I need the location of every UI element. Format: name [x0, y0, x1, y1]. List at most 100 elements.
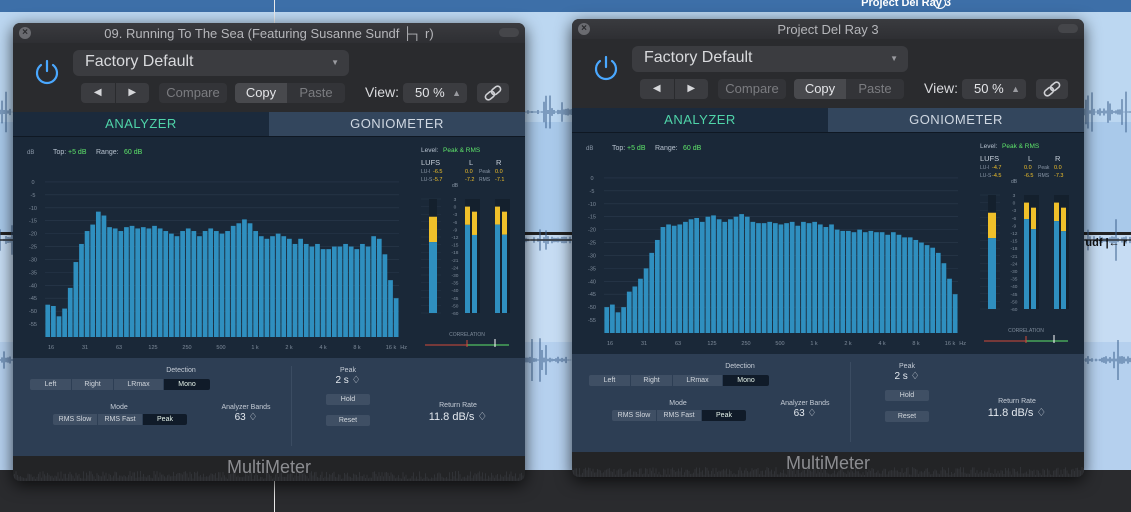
compare-button[interactable]: Compare — [718, 79, 786, 99]
paste-button[interactable]: Paste — [846, 79, 904, 99]
detection-label: Detection — [166, 367, 196, 374]
left-channel-label: L — [469, 158, 473, 167]
analyzer-band-bar — [90, 224, 96, 337]
copy-button[interactable]: Copy — [794, 79, 846, 99]
hold-button[interactable]: Hold — [885, 390, 929, 401]
meter-scale-label: -18 — [452, 250, 459, 256]
peak-hold-time-value[interactable]: 2 s ♢ — [885, 371, 929, 382]
mode-option-peak[interactable]: Peak — [702, 410, 746, 421]
meter-scale-label: -50 — [1011, 299, 1018, 305]
mode-option-rms-fast[interactable]: RMS Fast — [657, 410, 702, 421]
y-tick-label: -25 — [29, 245, 37, 251]
power-icon[interactable] — [32, 57, 62, 87]
tab-analyzer[interactable]: ANALYZER — [572, 108, 828, 132]
detection-option-right[interactable]: Right — [631, 375, 673, 386]
meter-scale-label: -12 — [1011, 231, 1018, 237]
mode-option-peak[interactable]: Peak — [143, 414, 187, 425]
analyzer-band-bar — [896, 234, 902, 333]
right-meter-2-peak-fill — [1061, 207, 1066, 232]
analyzer-band-bar — [789, 221, 795, 333]
x-tick-label: 2 k — [285, 345, 293, 351]
x-tick-label: 4 k — [878, 341, 886, 347]
meter-scale-label: -60 — [1011, 307, 1018, 313]
compare-button[interactable]: Compare — [159, 83, 227, 103]
detection-option-mono[interactable]: Mono — [164, 379, 210, 390]
meter-scale-label: -15 — [452, 243, 459, 249]
tab-goniometer[interactable]: GONIOMETER — [828, 108, 1084, 132]
x-tick-label: 250 — [741, 341, 750, 347]
analyzer-band-bar — [744, 216, 750, 333]
detection-option-lrmax[interactable]: LRmax — [673, 375, 723, 386]
detection-option-left[interactable]: Left — [30, 379, 72, 390]
tab-goniometer[interactable]: GONIOMETER — [269, 112, 525, 136]
peak-label: Peak — [340, 367, 356, 374]
analyzer-bands-value[interactable]: 63 ♢ — [211, 412, 281, 423]
lufs-meter-peak-fill — [429, 216, 437, 243]
reset-button[interactable]: Reset — [326, 415, 370, 426]
detection-option-mono[interactable]: Mono — [723, 375, 769, 386]
detection-option-left[interactable]: Left — [589, 375, 631, 386]
previous-preset-button[interactable]: ◀ — [640, 79, 674, 99]
analyzer-band-bar — [919, 242, 924, 333]
power-icon[interactable] — [591, 53, 621, 83]
next-preset-button[interactable]: ▶ — [114, 83, 150, 103]
previous-preset-button[interactable]: ◀ — [81, 83, 115, 103]
analyzer-band-bar — [326, 249, 332, 337]
mode-option-rms-slow[interactable]: RMS Slow — [612, 410, 657, 421]
copy-button[interactable]: Copy — [235, 83, 287, 103]
analyzer-band-bar — [45, 304, 51, 337]
analyzer-band-bar — [778, 224, 784, 333]
analyzer-band-bar — [705, 216, 711, 333]
link-button[interactable] — [1036, 79, 1068, 99]
mode-option-rms-fast[interactable]: RMS Fast — [98, 414, 143, 425]
tab-analyzer[interactable]: ANALYZER — [13, 112, 269, 136]
analyzer-band-bar — [191, 231, 197, 337]
meter-scale-label: -3 — [1012, 208, 1017, 214]
right-meter-rms-fill — [495, 224, 500, 313]
analyzer-band-bar — [382, 254, 388, 337]
peak-hold-time-value[interactable]: 2 s ♢ — [326, 375, 370, 386]
right-meter-2-peak-fill — [502, 211, 507, 235]
meter-scale-label: -24 — [452, 265, 459, 271]
meter-scale-label: -24 — [1011, 261, 1018, 267]
top-value: +5 dB — [627, 145, 646, 152]
correlation-label: CORRELATION — [449, 332, 485, 338]
analyzer-band-bar — [930, 247, 936, 333]
window-pill-button[interactable] — [499, 28, 519, 37]
reset-button[interactable]: Reset — [885, 411, 929, 422]
preset-menu[interactable]: Factory Default ▼ — [73, 50, 349, 76]
view-zoom-stepper[interactable]: 50 % ▲ — [962, 79, 1026, 99]
x-tick-label: 1 k — [810, 341, 818, 347]
window-pill-button[interactable] — [1058, 24, 1078, 33]
return-rate-value[interactable]: 11.8 dB/s ♢ — [976, 406, 1058, 419]
window-titlebar[interactable]: × Project Del Ray 3 — [572, 19, 1084, 39]
analyzer-band-bar — [242, 219, 247, 337]
detection-option-lrmax[interactable]: LRmax — [114, 379, 164, 390]
level-label: Level: — [980, 143, 998, 150]
meter-scale-label: -50 — [452, 303, 459, 309]
level-mode-value: Peak & RMS — [1002, 143, 1040, 150]
analyzer-band-bar — [185, 228, 191, 337]
x-tick-label: 125 — [148, 345, 157, 351]
analyzer-band-bar — [666, 224, 671, 333]
x-tick-label: 500 — [775, 341, 784, 347]
paste-button[interactable]: Paste — [287, 83, 345, 103]
mode-option-rms-slow[interactable]: RMS Slow — [53, 414, 98, 425]
plugin-footer: MultiMeter — [13, 456, 525, 481]
detection-option-right[interactable]: Right — [72, 379, 114, 390]
meter-scale-label: -9 — [453, 227, 458, 233]
view-zoom-stepper[interactable]: 50 % ▲ — [403, 83, 467, 103]
link-icon — [1043, 81, 1061, 97]
hold-button[interactable]: Hold — [326, 394, 370, 405]
return-rate-value[interactable]: 11.8 dB/s ♢ — [417, 410, 499, 423]
link-button[interactable] — [477, 83, 509, 103]
window-titlebar[interactable]: × 09. Running To The Sea (Featuring Susa… — [13, 23, 525, 43]
analyzer-band-bar — [320, 249, 326, 337]
preset-menu[interactable]: Factory Default ▼ — [632, 46, 908, 72]
analyzer-bands-value[interactable]: 63 ♢ — [770, 408, 840, 419]
next-preset-button[interactable]: ▶ — [673, 79, 709, 99]
analyzer-band-bar — [846, 230, 851, 333]
top-label: Top: — [53, 149, 66, 156]
y-tick-label: -30 — [588, 253, 596, 259]
left-meter-rms-fill — [1024, 219, 1029, 309]
